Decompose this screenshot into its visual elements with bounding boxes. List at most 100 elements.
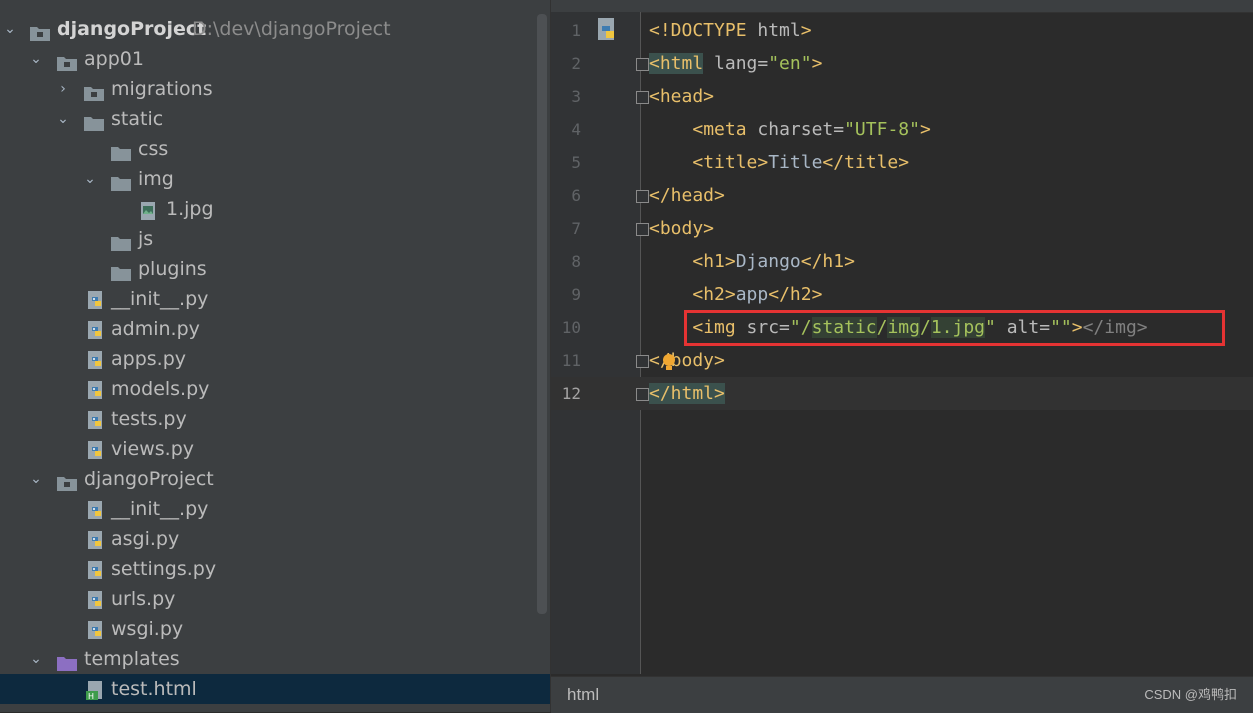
line-number: 8 [571,252,581,271]
image-file-icon [140,200,160,220]
tree-item-label: migrations [111,78,213,100]
tree-item-views-py[interactable]: views.py [0,434,550,464]
python-file-icon [86,530,106,549]
tree-item-label: tests.py [111,408,187,430]
chevron-down-icon[interactable]: ⌄ [28,44,44,74]
tree-item-djangoproject-root[interactable]: ⌄ djangoProject D:\dev\djangoProject [0,14,550,44]
lightbulb-icon[interactable] [661,351,677,371]
chevron-right-icon[interactable]: › [55,74,71,104]
code-text: <title>Title</title> [692,152,910,173]
tree-item-apps-py[interactable]: apps.py [0,344,550,374]
tree-item-label: models.py [111,378,210,400]
tree-item-label: templates [84,648,180,670]
tree-item-img[interactable]: ⌄ img [0,164,550,194]
tree-item-label: apps.py [111,348,187,370]
code-line[interactable]: 11 </body> [551,344,1253,377]
template-folder-icon [57,650,77,671]
tree-item-wsgi-py[interactable]: wsgi.py [0,614,550,644]
line-number: 4 [571,120,581,139]
tree-item-migrations[interactable]: › migrations [0,74,550,104]
svg-text:H: H [88,692,94,701]
tree-item-init-py[interactable]: __init__.py [0,494,550,524]
tree-item-admin-py[interactable]: admin.py [0,314,550,344]
line-number: 3 [571,87,581,106]
editor-breadcrumb-bar: html CSDN @鸡鸭扣 [551,676,1253,713]
line-number: 6 [571,186,581,205]
tree-item-label: __init__.py [111,288,209,310]
chevron-down-icon[interactable]: ⌄ [28,644,44,674]
code-line[interactable]: 4 <meta charset="UTF-8"> [551,113,1253,146]
tree-item-label: js [138,228,154,250]
watermark: CSDN @鸡鸭扣 [1144,687,1237,702]
chevron-down-icon[interactable]: ⌄ [55,104,71,134]
code-text: </head> [649,185,725,206]
code-editor[interactable]: 1 <!DOCTYPE html> 2 <html lang="en"> 3 <… [551,0,1253,712]
fold-marker-icon[interactable] [636,91,649,104]
code-line[interactable]: 9 <h2>app</h2> [551,278,1253,311]
tree-item-label: wsgi.py [111,618,184,640]
python-file-icon [86,620,106,639]
editor-tab-strip [551,0,1253,13]
fold-marker-icon[interactable] [636,355,649,368]
code-line[interactable]: 2 <html lang="en"> [551,47,1253,80]
tree-item-plugins[interactable]: plugins [0,254,550,284]
tree-item-models-py[interactable]: models.py [0,374,550,404]
tree-item-1-jpg[interactable]: 1.jpg [0,194,550,224]
chevron-down-icon[interactable]: ⌄ [2,14,18,44]
tree-item-djangoproject-package[interactable]: ⌄ djangoProject [0,464,550,494]
fold-marker-icon[interactable] [636,223,649,236]
folder-icon [111,170,131,191]
project-toolbar [0,0,550,8]
tree-item-urls-py[interactable]: urls.py [0,584,550,614]
python-file-icon [86,560,106,579]
code-text: <html lang="en"> [649,53,823,74]
tree-item-label: views.py [111,438,194,460]
breadcrumb[interactable]: html [567,677,599,713]
module-folder-icon [57,470,77,491]
project-tool-window: ⌄ djangoProject D:\dev\djangoProject ⌄ a… [0,0,550,712]
code-text: </html> [649,383,725,404]
python-file-icon [86,320,106,339]
html-file-icon: H [86,680,106,701]
chevron-down-icon[interactable]: ⌄ [82,164,98,194]
code-text: <body> [649,218,715,239]
tree-item-test-html[interactable]: H test.html [0,674,550,704]
folder-icon [111,230,131,251]
code-line[interactable]: 7 <body> [551,212,1253,245]
line-number: 1 [571,21,581,40]
code-line[interactable]: 6 </head> [551,179,1253,212]
fold-marker-icon[interactable] [636,388,649,401]
fold-marker-icon[interactable] [636,190,649,203]
chevron-down-icon[interactable]: ⌄ [28,464,44,494]
tree-item-label: __init__.py [111,498,209,520]
module-folder-icon [30,20,50,41]
tree-item-css[interactable]: css [0,134,550,164]
code-text: <h2>app</h2> [692,284,823,305]
module-folder-icon [84,80,104,101]
tree-item-static[interactable]: ⌄ static [0,104,550,134]
tree-item-settings-py[interactable]: settings.py [0,554,550,584]
code-line[interactable]: 8 <h1>Django</h1> [551,245,1253,278]
code-line-current[interactable]: 12 </html> [551,377,1253,410]
code-line[interactable]: 1 <!DOCTYPE html> [551,14,1253,47]
code-line[interactable]: 3 <head> [551,80,1253,113]
tree-item-js[interactable]: js [0,224,550,254]
line-number: 5 [571,153,581,172]
tree-item-label: urls.py [111,588,176,610]
tree-item-asgi-py[interactable]: asgi.py [0,524,550,554]
fold-marker-icon[interactable] [636,58,649,71]
tree-item-init-py[interactable]: __init__.py [0,284,550,314]
code-line[interactable]: 5 <title>Title</title> [551,146,1253,179]
tree-item-label: 1.jpg [166,198,214,220]
annotation-highlight-box [684,310,1225,346]
tree-item-label: plugins [138,258,207,280]
tree-item-tests-py[interactable]: tests.py [0,404,550,434]
python-file-icon [86,380,106,399]
tree-item-label: static [111,108,164,130]
tree-item-label: img [138,168,174,190]
tree-item-app01[interactable]: ⌄ app01 [0,44,550,74]
line-number: 10 [561,318,581,337]
tree-item-templates[interactable]: ⌄ templates [0,644,550,674]
python-file-icon [86,350,106,369]
tree-item-label: admin.py [111,318,200,340]
